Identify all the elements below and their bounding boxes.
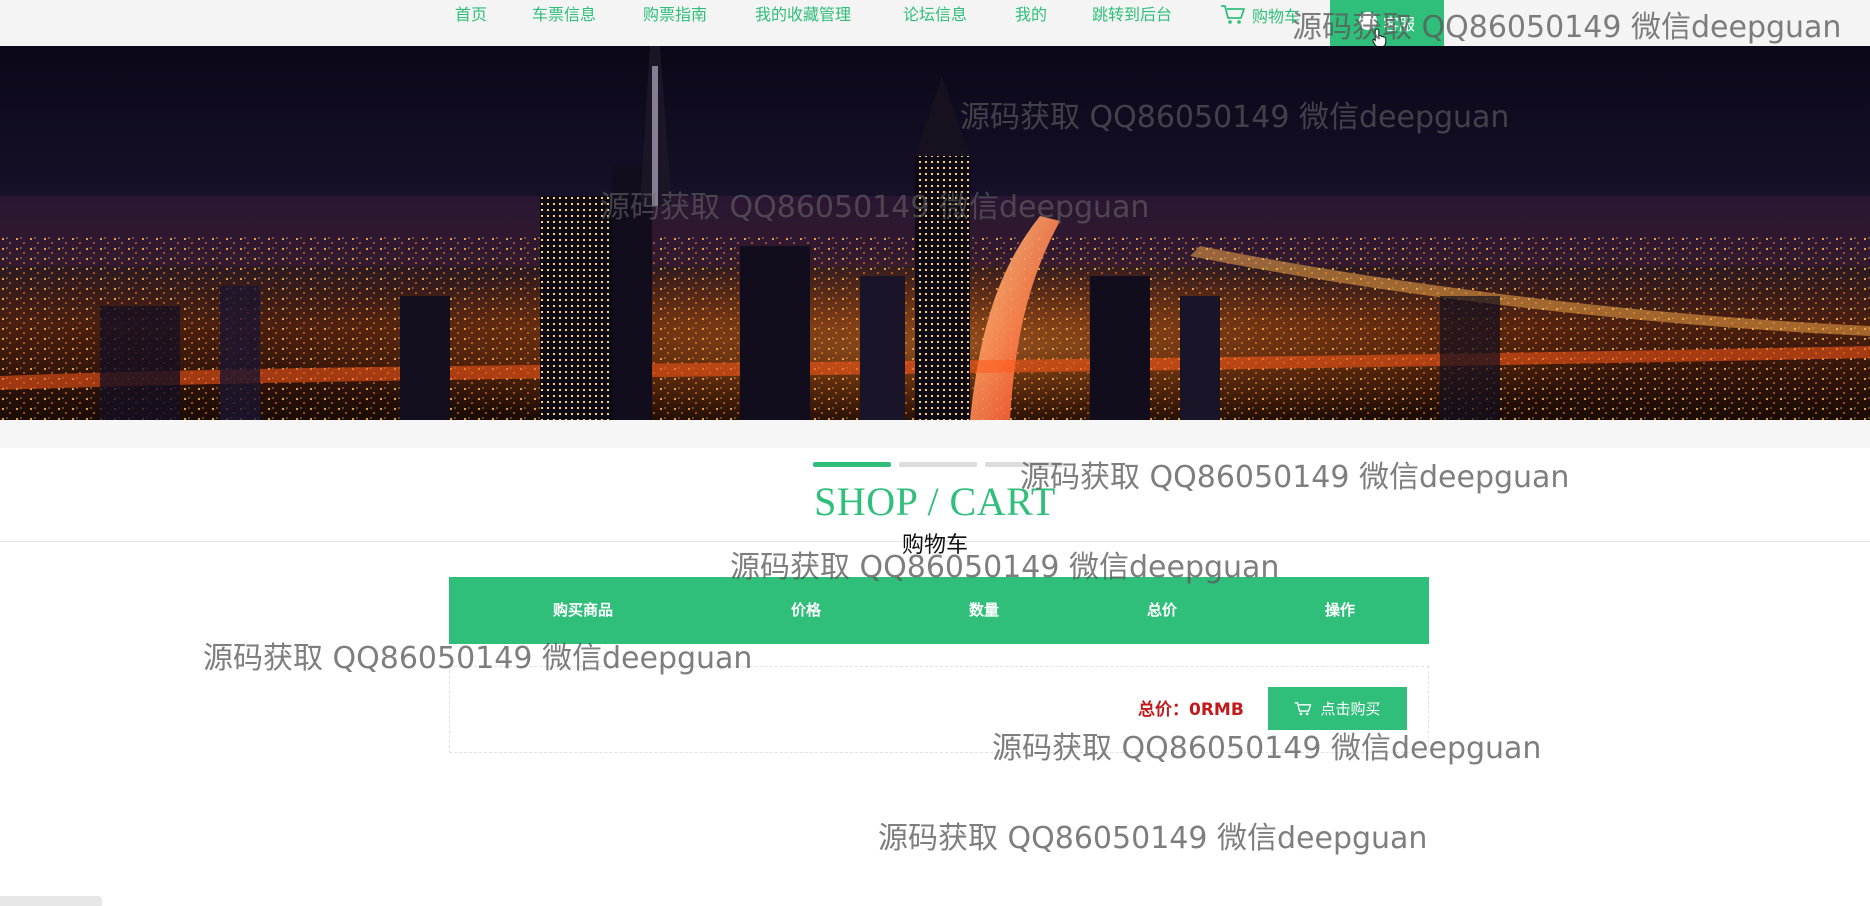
column-header-actions: 操作 [1324,601,1355,619]
nav-cart-link[interactable]: 购物车 [1220,2,1300,28]
nav-link-favorites[interactable]: 我的收藏管理 [755,4,851,26]
top-navigation: 首页 车票信息 购票指南 我的收藏管理 论坛信息 我的 跳转到后台 购物车 客服 [0,0,1870,47]
cart-icon [1221,5,1245,24]
cart-table-header: 购买商品 价格 数量 总价 操作 [449,577,1429,644]
column-header-quantity: 数量 [968,601,999,619]
title-indicator-bar-active [813,462,891,467]
cart-total: 总价：0RMB [1138,700,1244,720]
column-header-product: 购买商品 [552,601,613,619]
title-indicator-bar [899,462,977,467]
section-title: SHOP / CART [814,479,1056,524]
buy-button-label: 点击购买 [1320,700,1381,718]
column-header-subtotal: 总价 [1146,601,1177,619]
nav-link-tickets[interactable]: 车票信息 [532,4,596,26]
hand-cursor-icon [1372,28,1387,48]
title-indicator-bar [985,462,1063,467]
status-bar-chip [0,896,102,906]
nav-link-home[interactable]: 首页 [455,4,487,26]
nav-link-guide[interactable]: 购票指南 [643,4,707,26]
hero-banner-image [0,46,1870,420]
night-city-illustration [0,46,1870,420]
section-title-indicator [813,462,1063,467]
section-subtitle: 购物车 [901,533,968,558]
buy-button[interactable]: 点击购买 [1268,687,1407,730]
nav-cart-label: 购物车 [1252,7,1301,26]
nav-link-admin[interactable]: 跳转到后台 [1092,4,1172,26]
column-header-price: 价格 [790,601,821,619]
banner-bottom-strip [0,420,1870,448]
cart-icon [1295,701,1312,715]
watermark-text: 源码获取 QQ86050149 微信deepguan [878,821,1428,856]
nav-link-forum[interactable]: 论坛信息 [903,4,967,26]
nav-link-mine[interactable]: 我的 [1015,4,1047,26]
